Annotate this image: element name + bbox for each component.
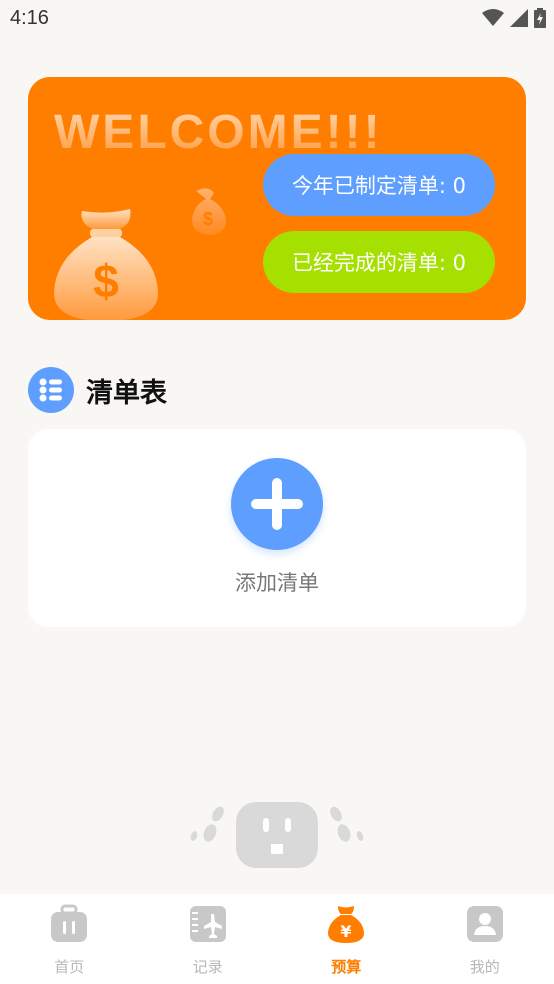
tab-records-label: 记录 bbox=[192, 958, 223, 976]
tab-records[interactable]: 记录 bbox=[139, 894, 278, 984]
add-list-label: 添加清单 bbox=[235, 571, 319, 595]
status-icons bbox=[482, 8, 546, 28]
large-money-bag-icon: $ bbox=[54, 209, 158, 320]
wifi-icon bbox=[482, 9, 504, 26]
add-list-button[interactable] bbox=[231, 458, 323, 550]
airplane-ticket-icon bbox=[189, 906, 226, 942]
tab-home-label: 首页 bbox=[54, 958, 85, 976]
tab-profile-label: 我的 bbox=[469, 958, 500, 976]
add-list-card[interactable]: 添加清单 bbox=[28, 429, 526, 627]
signal-icon bbox=[510, 9, 528, 27]
svg-text:$: $ bbox=[203, 209, 213, 229]
tab-profile[interactable]: 我的 bbox=[416, 894, 554, 984]
status-time: 4:16 bbox=[10, 7, 49, 29]
battery-icon bbox=[534, 8, 546, 28]
money-bag-icon: ¥ bbox=[328, 906, 365, 943]
bottom-tab-bar: 首页 记录 ¥ 预算 我的 bbox=[0, 894, 554, 984]
tab-home[interactable]: 首页 bbox=[0, 894, 139, 984]
small-money-bag-icon: $ bbox=[192, 188, 226, 235]
status-bar: 4:16 bbox=[0, 0, 554, 40]
welcome-text: WELCOME!!! bbox=[54, 106, 383, 159]
luggage-icon bbox=[51, 904, 88, 942]
list-icon bbox=[28, 367, 74, 413]
svg-text:$: $ bbox=[93, 255, 119, 307]
section-title: 清单表 bbox=[86, 377, 167, 409]
welcome-banner: WELCOME!!! $ $ 今年已制定清单: 0 已经完成的清单: 0 bbox=[28, 77, 526, 320]
section-header: 清单表 bbox=[28, 367, 167, 413]
empty-state-socket-icon bbox=[186, 800, 366, 870]
tab-budget-label: 预算 bbox=[331, 958, 362, 976]
tab-budget[interactable]: ¥ 预算 bbox=[277, 894, 416, 984]
profile-icon bbox=[466, 906, 503, 942]
lists-completed-badge: 已经完成的清单: 0 bbox=[263, 231, 495, 293]
plus-icon bbox=[251, 478, 303, 530]
lists-created-this-year-badge: 今年已制定清单: 0 bbox=[263, 154, 495, 216]
svg-text:¥: ¥ bbox=[341, 922, 352, 941]
